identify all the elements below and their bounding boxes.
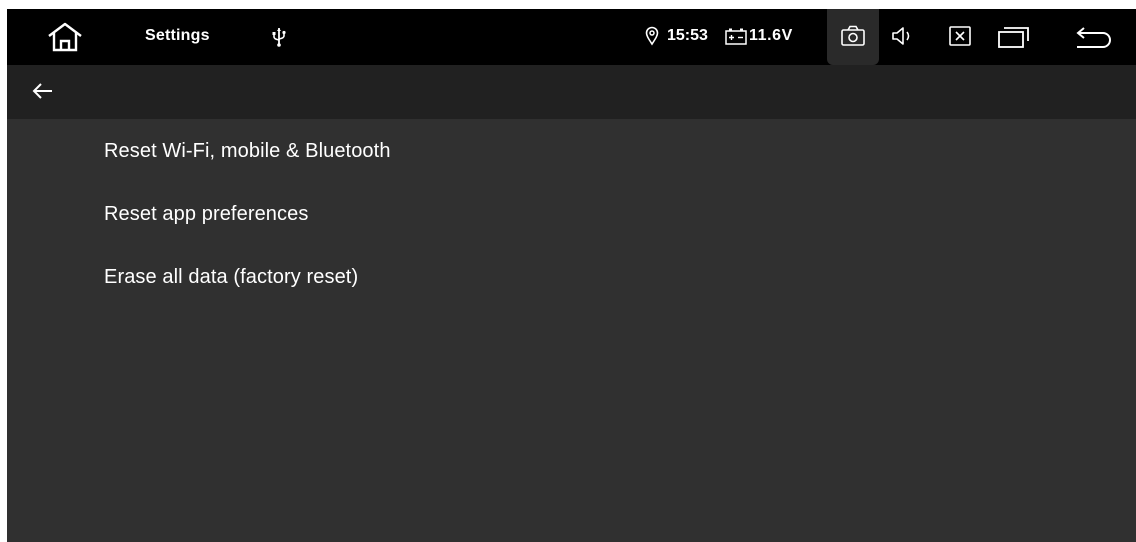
list-item-label: Reset Wi-Fi, mobile & Bluetooth xyxy=(104,140,391,162)
close-app-icon[interactable] xyxy=(949,26,971,46)
home-icon[interactable] xyxy=(47,22,83,52)
location-icon xyxy=(645,26,659,46)
factory-reset-option[interactable]: Erase all data (factory reset) xyxy=(7,245,1136,308)
list-item-label: Erase all data (factory reset) xyxy=(104,266,359,288)
app-bar xyxy=(7,65,1136,119)
reset-network-option[interactable]: Reset Wi-Fi, mobile & Bluetooth xyxy=(7,119,1136,182)
settings-screen: Settings 15:53 11.6V Reset Wi-Fi, mobile… xyxy=(7,9,1136,542)
usb-icon xyxy=(272,27,286,47)
volume-icon[interactable] xyxy=(891,25,915,47)
clock: 15:53 xyxy=(667,27,708,44)
app-title: Settings xyxy=(145,27,210,44)
list-item-label: Reset app preferences xyxy=(104,203,309,225)
reset-app-preferences-option[interactable]: Reset app preferences xyxy=(7,182,1136,245)
voltage-readout: 11.6V xyxy=(749,27,793,44)
status-bar: Settings 15:53 11.6V xyxy=(7,9,1136,65)
battery-icon xyxy=(725,28,747,45)
reset-options-list: Reset Wi-Fi, mobile & Bluetooth Reset ap… xyxy=(7,119,1136,308)
arrow-left-icon[interactable] xyxy=(31,81,55,101)
recents-icon[interactable] xyxy=(997,25,1031,49)
camera-icon[interactable] xyxy=(840,25,866,47)
back-icon[interactable] xyxy=(1073,23,1113,51)
